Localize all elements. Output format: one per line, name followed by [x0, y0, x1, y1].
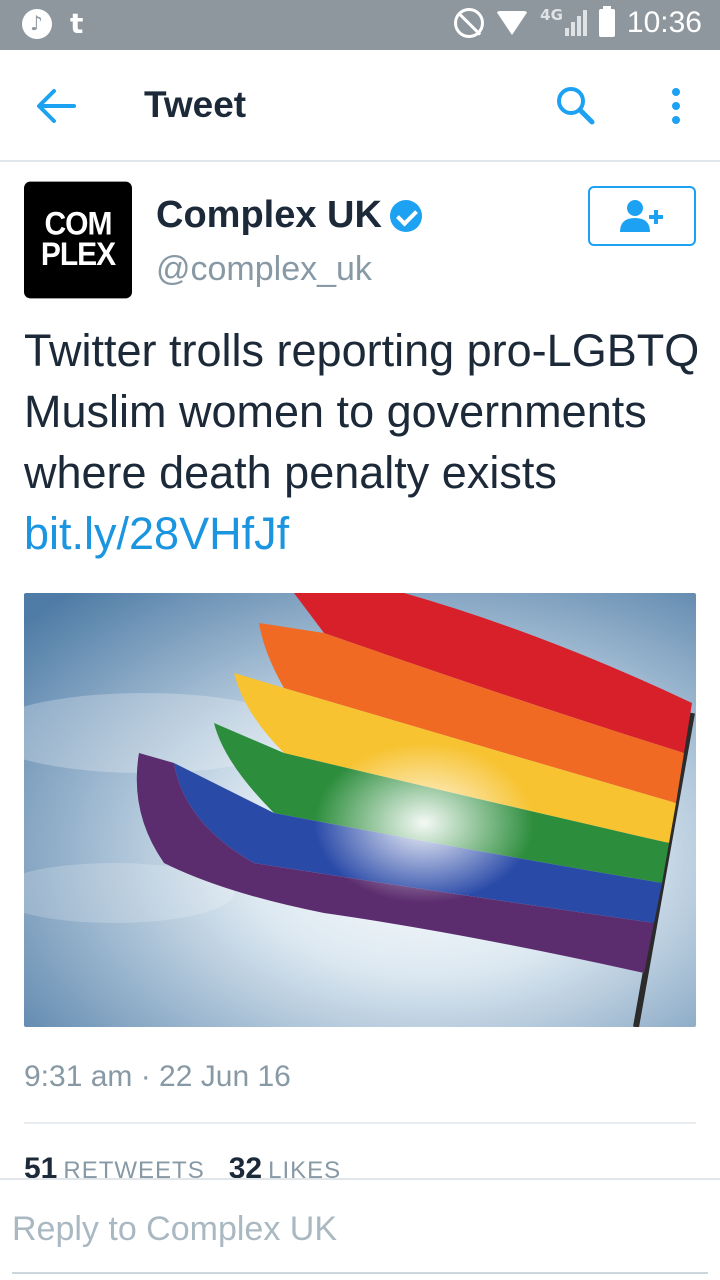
divider: [24, 1122, 696, 1124]
follow-button[interactable]: [588, 186, 696, 246]
tumblr-notification-icon: t: [70, 7, 84, 40]
author-name-text: Complex UK: [156, 194, 382, 236]
retweets-label: RETWEETS: [63, 1157, 205, 1178]
search-icon[interactable]: [554, 84, 596, 126]
app-bar: Tweet: [0, 50, 720, 162]
page-title: Tweet: [144, 84, 247, 125]
wifi-icon: [496, 11, 529, 35]
avatar-logo-line2: PLEX: [40, 236, 116, 273]
status-bar: t 4G 10:36: [0, 0, 720, 50]
back-arrow-icon[interactable]: [34, 86, 78, 126]
battery-icon: [598, 6, 615, 37]
status-system-icons: 4G 10:36: [454, 6, 702, 40]
status-time: 10:36: [626, 6, 702, 39]
tweet-timestamp: 9:31 am · 22 Jun 16: [24, 1060, 291, 1093]
likes-label: LIKES: [268, 1157, 342, 1178]
retweets-count[interactable]: 51 RETWEETS: [24, 1152, 205, 1178]
avatar-logo-line1: COM: [44, 206, 113, 243]
reply-input[interactable]: [12, 1210, 708, 1249]
reply-bar: [0, 1178, 720, 1280]
tweet-media-image[interactable]: [24, 593, 696, 1027]
likes-count[interactable]: 32 LIKES: [229, 1152, 341, 1178]
add-user-icon: [620, 200, 663, 232]
status-notifications: t: [22, 9, 83, 39]
author-display-name[interactable]: Complex UK: [156, 194, 422, 237]
network-type-label: 4G: [540, 6, 563, 24]
verified-badge-icon: [389, 199, 422, 232]
avatar[interactable]: COM PLEX: [24, 181, 132, 299]
reply-input-underline: [12, 1272, 708, 1274]
do-not-disturb-icon: [454, 8, 485, 38]
likes-number: 32: [228, 1152, 263, 1178]
tweet-text: Twitter trolls reporting pro-LGBTQ Musli…: [24, 320, 704, 564]
tweet-link[interactable]: bit.ly/28VHfJf: [24, 508, 289, 559]
author-handle[interactable]: @complex_uk: [156, 250, 372, 289]
signal-strength-icon: [564, 10, 587, 36]
more-vertical-icon[interactable]: [664, 84, 688, 128]
music-notification-icon: [22, 9, 52, 39]
engagement-counts: 51 RETWEETS 32 LIKES: [24, 1152, 341, 1178]
tweet-body: Twitter trolls reporting pro-LGBTQ Musli…: [24, 325, 700, 498]
retweets-number: 51: [24, 1152, 58, 1178]
